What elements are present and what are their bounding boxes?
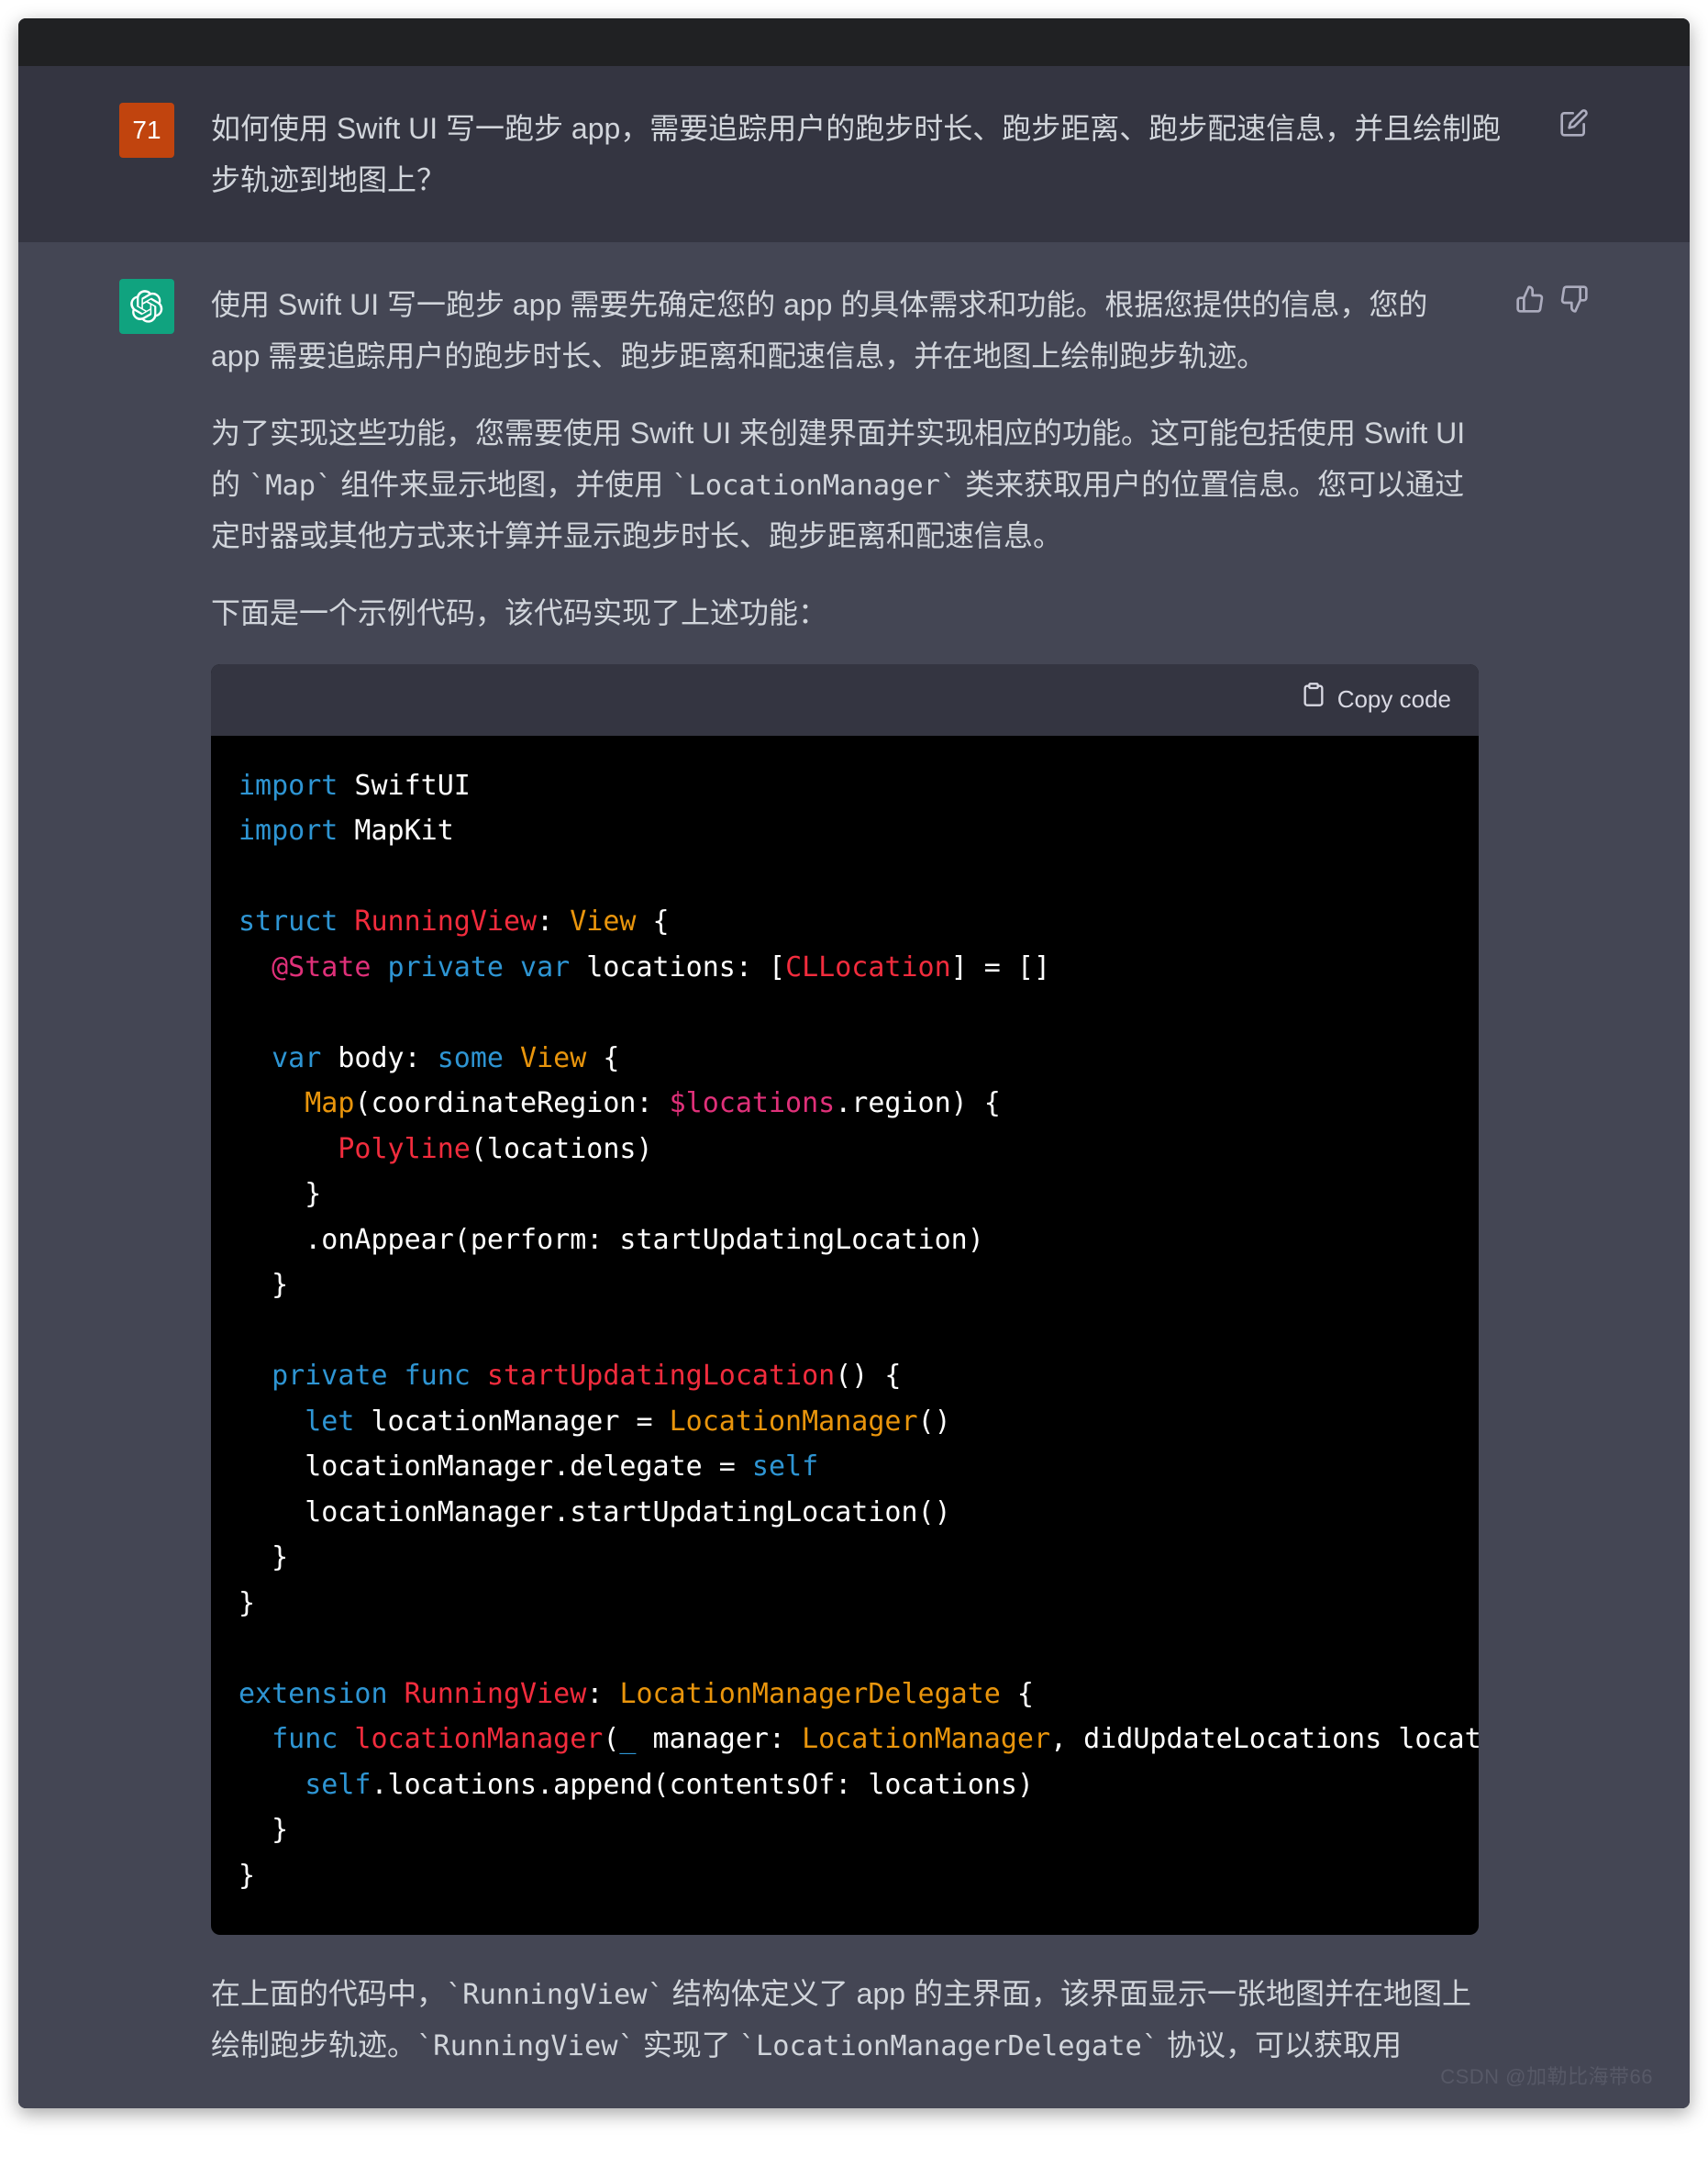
code-content[interactable]: import SwiftUI import MapKit struct Runn… [211,736,1479,1936]
user-question: 如何使用 Swift UI 写一跑步 app，需要追踪用户的跑步时长、跑步距离、… [211,103,1523,206]
assistant-answer: 使用 Swift UI 写一跑步 app 需要先确定您的 app 的具体需求和功… [211,279,1479,2072]
clipboard-icon [1301,679,1326,721]
chat-window: 71 如何使用 Swift UI 写一跑步 app，需要追踪用户的跑步时长、跑步… [18,18,1690,2108]
assistant-avatar [119,279,174,334]
copy-code-label: Copy code [1337,679,1451,721]
user-actions [1559,103,1589,206]
top-bar [18,18,1690,66]
answer-para-3: 下面是一个示例代码，该代码实现了上述功能： [211,587,1479,639]
inline-code: `LocationManagerDelegate` [739,2030,1159,2062]
edit-icon[interactable] [1559,108,1589,206]
inline-code: `RunningView` [446,1979,664,2011]
answer-para-2: 为了实现这些功能，您需要使用 Swift UI 来创建界面并实现相应的功能。这可… [211,407,1479,561]
question-text: 如何使用 Swift UI 写一跑步 app，需要追踪用户的跑步时长、跑步距离、… [211,103,1523,206]
code-header: Copy code [211,664,1479,736]
code-block: Copy code import SwiftUI import MapKit s… [211,664,1479,1935]
copy-code-button[interactable]: Copy code [1301,679,1451,721]
thumbs-up-icon[interactable] [1515,284,1545,2072]
inline-code: `RunningView` [416,2030,635,2062]
assistant-message: 使用 Swift UI 写一跑步 app 需要先确定您的 app 的具体需求和功… [18,242,1690,2108]
user-avatar: 71 [119,103,174,158]
thumbs-down-icon[interactable] [1559,284,1589,2072]
inline-code: `Map` [249,470,332,502]
assistant-actions [1515,279,1589,2072]
answer-para-1: 使用 Swift UI 写一跑步 app 需要先确定您的 app 的具体需求和功… [211,279,1479,382]
answer-para-4: 在上面的代码中，`RunningView` 结构体定义了 app 的主界面，该界… [211,1968,1479,2071]
user-message: 71 如何使用 Swift UI 写一跑步 app，需要追踪用户的跑步时长、跑步… [18,66,1690,242]
inline-code: `LocationManager` [671,470,957,502]
